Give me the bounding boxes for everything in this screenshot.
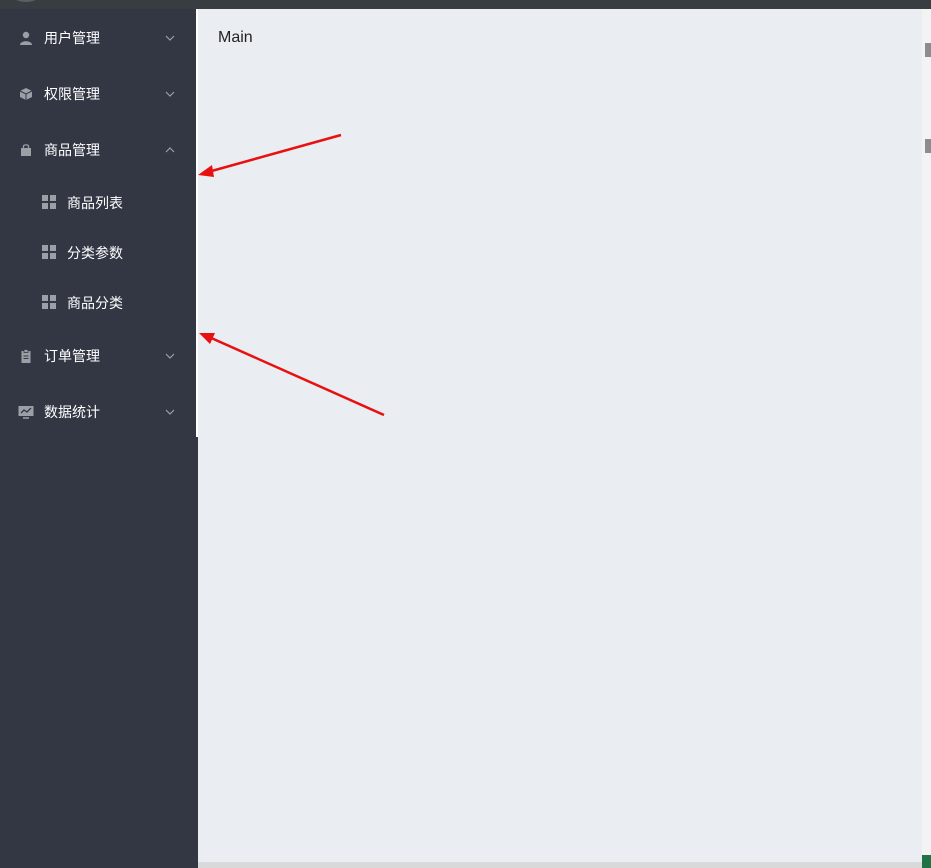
sidebar-item-label: 用户管理 — [44, 31, 100, 47]
chevron-down-icon — [164, 32, 176, 44]
chevron-up-icon — [164, 144, 176, 156]
bag-icon — [18, 142, 34, 158]
top-header-bar — [0, 0, 931, 9]
sidebar-item-user-management[interactable]: 用户管理 — [0, 10, 198, 66]
edge-mark — [925, 43, 931, 57]
submenu-item-goods-list[interactable]: 商品列表 — [0, 178, 198, 228]
grid-icon — [42, 295, 58, 311]
sidebar-menu: 用户管理 权限管理 商品管理 商品列表 分类参数 商品分类 订单管理 数据统计 — [0, 9, 198, 868]
user-icon — [18, 30, 34, 46]
right-edge-strip — [922, 9, 931, 868]
chevron-down-icon — [164, 350, 176, 362]
submenu-item-category-params[interactable]: 分类参数 — [0, 228, 198, 278]
submenu-item-label: 分类参数 — [67, 246, 123, 262]
grid-icon — [42, 245, 58, 261]
submenu-item-goods-categories[interactable]: 商品分类 — [0, 278, 198, 328]
clipboard-icon — [18, 348, 34, 364]
chevron-down-icon — [164, 88, 176, 100]
sidebar-item-permission-management[interactable]: 权限管理 — [0, 66, 198, 122]
grid-icon — [42, 195, 58, 211]
chevron-down-icon — [164, 406, 176, 418]
sidebar-item-label: 权限管理 — [44, 87, 100, 103]
bottom-border — [198, 862, 922, 868]
main-content: Main — [198, 9, 922, 862]
sidebar-item-data-statistics[interactable]: 数据统计 — [0, 384, 198, 440]
sidebar-item-goods-management[interactable]: 商品管理 — [0, 122, 198, 178]
submenu-item-label: 商品分类 — [67, 296, 123, 312]
sidebar-item-label: 订单管理 — [44, 349, 100, 365]
cube-icon — [18, 86, 34, 102]
edge-mark — [925, 139, 931, 153]
sidebar-item-order-management[interactable]: 订单管理 — [0, 328, 198, 384]
submenu-item-label: 商品列表 — [67, 196, 123, 212]
main-title: Main — [218, 29, 253, 46]
logo-avatar — [2, 0, 50, 2]
taskbar-app-icon[interactable] — [922, 855, 931, 868]
sidebar-item-label: 商品管理 — [44, 143, 100, 159]
chart-icon — [18, 404, 34, 420]
sidebar-item-label: 数据统计 — [44, 405, 100, 421]
